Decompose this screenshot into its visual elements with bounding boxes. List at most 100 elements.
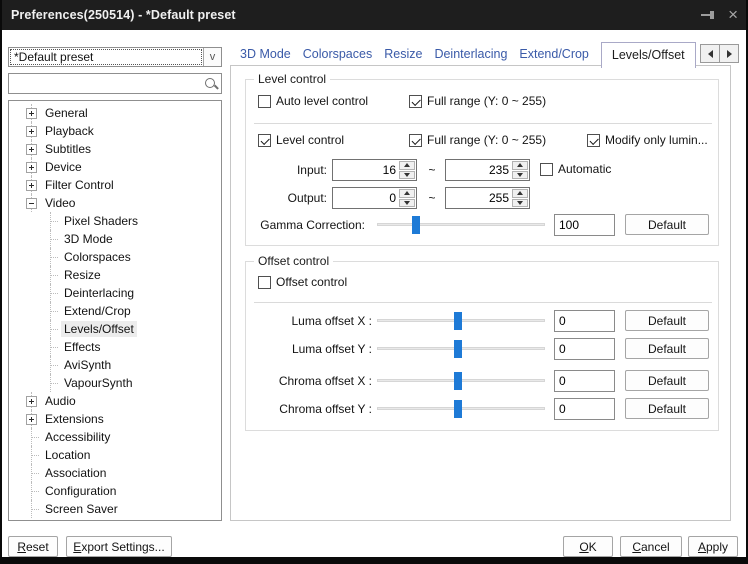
tab-3d-mode[interactable]: 3D Mode	[240, 41, 291, 67]
title-bar[interactable]: Preferences(250514) - *Default preset ×	[0, 0, 748, 30]
tree-item-screen-saver[interactable]: Screen Saver	[9, 500, 221, 518]
input-from-field[interactable]	[333, 160, 398, 180]
tree-item-vapoursynth[interactable]: VapourSynth	[9, 374, 221, 392]
tree-item-playback[interactable]: Playback	[9, 122, 221, 140]
tab-resize[interactable]: Resize	[384, 41, 422, 67]
offset-control-checkbox[interactable]: Offset control	[258, 276, 347, 289]
tab-deinterlacing[interactable]: Deinterlacing	[434, 41, 507, 67]
spin-up-button[interactable]	[399, 161, 415, 170]
slider-thumb[interactable]	[411, 216, 420, 234]
automatic-checkbox[interactable]: Automatic	[540, 163, 611, 176]
tree-item-audio[interactable]: Audio	[9, 392, 221, 410]
tree-item-extensions[interactable]: Extensions	[9, 410, 221, 428]
cancel-button[interactable]: Cancel	[620, 536, 682, 557]
output-from-field[interactable]	[333, 188, 398, 208]
tab-levels-offset[interactable]: Levels/Offset	[600, 42, 696, 68]
luma-offset-y-slider[interactable]	[377, 338, 545, 360]
tab-colorspaces[interactable]: Colorspaces	[303, 41, 372, 67]
gamma-default-button[interactable]: Default	[625, 214, 709, 235]
tree-item-location[interactable]: Location	[9, 446, 221, 464]
tree-item-levels-offset[interactable]: Levels/Offset	[9, 320, 221, 338]
expand-icon[interactable]	[26, 179, 37, 191]
spin-up-button[interactable]	[512, 189, 528, 198]
output-to-field[interactable]	[446, 188, 511, 208]
chroma-offset-y-slider[interactable]	[377, 398, 545, 420]
tree-item-label: Levels/Offset	[61, 321, 137, 337]
reset-button[interactable]: Reset	[8, 536, 58, 557]
modify-only-luminance-checkbox[interactable]: Modify only lumin...	[587, 134, 708, 147]
slider-thumb[interactable]	[453, 340, 462, 358]
luma-offset-x-slider[interactable]	[377, 310, 545, 332]
expand-icon[interactable]	[26, 143, 37, 155]
collapse-icon[interactable]	[26, 197, 37, 209]
tree-item-configuration[interactable]: Configuration	[9, 482, 221, 500]
expand-icon[interactable]	[26, 161, 37, 173]
apply-button[interactable]: Apply	[688, 536, 738, 557]
spin-down-button[interactable]	[512, 198, 528, 207]
tree-item-resize[interactable]: Resize	[9, 266, 221, 284]
export-settings-button[interactable]: Export Settings...	[66, 536, 172, 557]
tab-scroll-right-button[interactable]	[719, 44, 739, 63]
tree-item-device[interactable]: Device	[9, 158, 221, 176]
chroma-offset-x-default-button[interactable]: Default	[625, 370, 709, 391]
full-range-top-checkbox[interactable]: Full range (Y: 0 ~ 255)	[409, 95, 546, 108]
expand-icon[interactable]	[26, 125, 37, 137]
chroma-offset-x-value-field[interactable]	[554, 370, 615, 392]
expand-icon[interactable]	[26, 107, 37, 119]
input-to-field[interactable]	[446, 160, 511, 180]
chroma-offset-x-slider[interactable]	[377, 370, 545, 392]
slider-track	[377, 223, 545, 226]
spin-up-button[interactable]	[512, 161, 528, 170]
tree-item-avisynth[interactable]: AviSynth	[9, 356, 221, 374]
full-range-checkbox[interactable]: Full range (Y: 0 ~ 255)	[409, 134, 546, 147]
tree-item-accessibility[interactable]: Accessibility	[9, 428, 221, 446]
tree-item-pixel-shaders[interactable]: Pixel Shaders	[9, 212, 221, 230]
slider-thumb[interactable]	[453, 400, 462, 418]
spin-down-button[interactable]	[512, 170, 528, 179]
ok-button[interactable]: OK	[563, 536, 613, 557]
luma-offset-x-default-button[interactable]: Default	[625, 310, 709, 331]
tab-extend-crop[interactable]: Extend/Crop	[519, 41, 588, 67]
tree-item-label: Filter Control	[45, 178, 114, 192]
slider-thumb[interactable]	[453, 372, 462, 390]
pin-icon[interactable]	[701, 8, 716, 22]
luma-offset-x-value-field[interactable]	[554, 310, 615, 332]
tree-item-subtitles[interactable]: Subtitles	[9, 140, 221, 158]
chroma-offset-y-default-button[interactable]: Default	[625, 398, 709, 419]
chroma-offset-y-label: Chroma offset Y :	[279, 402, 372, 416]
expand-icon[interactable]	[26, 413, 37, 425]
spin-up-button[interactable]	[399, 189, 415, 198]
luma-offset-y-default-button[interactable]: Default	[625, 338, 709, 359]
chroma-offset-y-value-field[interactable]	[554, 398, 615, 420]
chevron-down-icon: v	[209, 51, 216, 63]
gamma-correction-value-field[interactable]	[554, 214, 615, 236]
tab-scroll-left-button[interactable]	[700, 44, 720, 63]
tree-item-filter-control[interactable]: Filter Control	[9, 176, 221, 194]
checkbox-icon	[258, 134, 271, 147]
search-input[interactable]	[9, 76, 204, 91]
level-control-checkbox[interactable]: Level control	[258, 134, 344, 147]
luma-offset-y-value-field[interactable]	[554, 338, 615, 360]
tree-item-video[interactable]: Video	[9, 194, 221, 212]
combo-dropdown-button[interactable]: v	[203, 48, 221, 66]
tree-item-general[interactable]: General	[9, 104, 221, 122]
chroma-offset-x-label: Chroma offset X :	[278, 374, 372, 388]
tree-item-deinterlacing[interactable]: Deinterlacing	[9, 284, 221, 302]
auto-level-control-checkbox[interactable]: Auto level control	[258, 95, 368, 108]
tilde-separator: ~	[428, 163, 436, 177]
expand-icon[interactable]	[26, 395, 37, 407]
tree-item-extend-crop[interactable]: Extend/Crop	[9, 302, 221, 320]
slider-thumb[interactable]	[453, 312, 462, 330]
tree-item-colorspaces[interactable]: Colorspaces	[9, 248, 221, 266]
preset-select[interactable]: *Default preset v	[8, 47, 222, 67]
tab-bar: 3D Mode Colorspaces Resize Deinterlacing Ext…	[230, 41, 696, 68]
gamma-correction-slider[interactable]	[377, 214, 545, 236]
search-box	[8, 73, 222, 94]
spin-down-button[interactable]	[399, 198, 415, 207]
close-icon[interactable]: ×	[728, 6, 738, 23]
tree-item-3d-mode[interactable]: 3D Mode	[9, 230, 221, 248]
tree-item-label: Colorspaces	[64, 250, 131, 264]
spin-down-button[interactable]	[399, 170, 415, 179]
tree-item-association[interactable]: Association	[9, 464, 221, 482]
tree-item-effects[interactable]: Effects	[9, 338, 221, 356]
